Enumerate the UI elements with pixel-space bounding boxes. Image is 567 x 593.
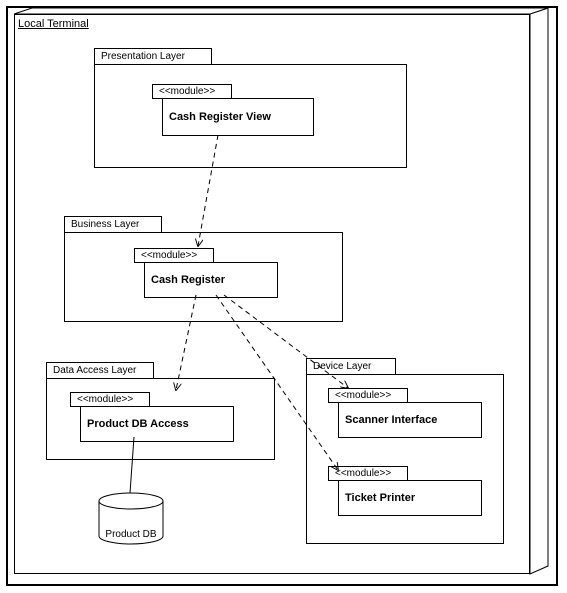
cash-register-stereotype: <<module>> — [134, 248, 214, 263]
ticket-printer-name: Ticket Printer — [338, 480, 482, 516]
data-access-layer-tab: Data Access Layer — [46, 362, 154, 378]
presentation-layer-tab: Presentation Layer — [94, 48, 212, 64]
diagram-stage: Local Terminal Presentation Layer <<modu… — [0, 0, 567, 593]
database-product-db: Product DB — [96, 492, 166, 546]
terminal-title: Local Terminal — [18, 18, 89, 30]
device-layer-tab: Device Layer — [306, 358, 396, 374]
cash-register-name: Cash Register — [144, 262, 278, 298]
scanner-interface-stereotype: <<module>> — [328, 388, 408, 403]
scanner-interface-name: Scanner Interface — [338, 402, 482, 438]
product-db-access-name: Product DB Access — [80, 406, 234, 442]
cash-register-view-name: Cash Register View — [162, 98, 314, 136]
product-db-access-stereotype: <<module>> — [70, 392, 150, 407]
business-layer-tab: Business Layer — [64, 216, 162, 232]
database-label: Product DB — [96, 529, 166, 540]
cash-register-view-stereotype: <<module>> — [152, 84, 232, 99]
ticket-printer-stereotype: <<module>> — [328, 466, 408, 481]
